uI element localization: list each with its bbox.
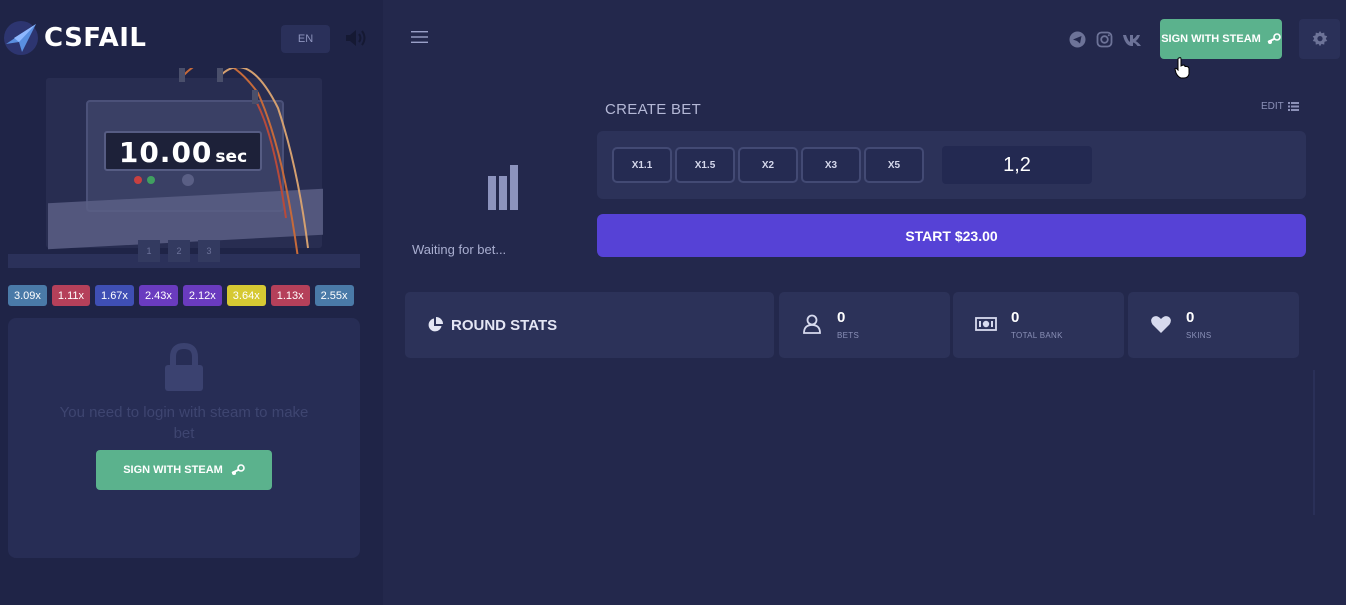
settings-button[interactable] (1299, 19, 1340, 59)
user-icon (803, 314, 821, 334)
history-chip: 1.67x (95, 285, 134, 306)
multiplier-button[interactable]: X5 (864, 147, 924, 183)
round-stats-header: ROUND STATS (405, 292, 774, 358)
stat-skins-value: 0 (1186, 309, 1195, 326)
round-stats-title: ROUND STATS (451, 316, 558, 334)
create-bet-title: CREATE BET (605, 101, 702, 118)
history-chip: 1.11x (51, 285, 91, 306)
stat-bets-value: 0 (837, 309, 846, 326)
start-button[interactable]: START $23.00 (597, 214, 1306, 257)
history-chip: 2.12x (182, 285, 222, 306)
stat-bets: 0 BETS (779, 292, 950, 358)
crash-history: 3.09x 1.11x 1.67x 2.43x 2.12x 3.64x 1.13x 2.55x (8, 285, 360, 306)
list-icon (1287, 102, 1299, 111)
countdown-unit: sec (215, 147, 248, 167)
hand-cursor-icon (1174, 57, 1190, 79)
instagram-icon[interactable] (1096, 31, 1113, 48)
waiting-status: Waiting for bet... (412, 242, 507, 257)
pie-chart-icon (428, 317, 443, 332)
history-chip: 3.64x (226, 285, 266, 306)
countdown-value: 10.00 (118, 136, 213, 169)
multiplier-button[interactable]: X2 (738, 147, 798, 183)
gear-icon (1312, 31, 1327, 47)
history-chip: 1.13x (270, 285, 310, 306)
header-sign-with-steam-label: SIGN WITH STEAM (1161, 33, 1261, 45)
stat-bank-label: TOTAL BANK (1011, 331, 1063, 340)
history-chip: 3.09x (8, 285, 47, 306)
header-sign-with-steam-button[interactable]: SIGN WITH STEAM (1160, 19, 1282, 59)
steam-icon (1267, 33, 1281, 44)
logo-icon (4, 21, 38, 55)
multiplier-button[interactable]: X1.5 (675, 147, 735, 183)
bomb-keypad: 1 2 3 (138, 240, 220, 262)
money-icon (975, 317, 997, 331)
hamburger-menu-icon[interactable] (411, 30, 428, 44)
heart-icon (1151, 316, 1171, 333)
bomb-key: 3 (198, 240, 220, 262)
left-panel: CSFAIL EN 10.00 sec 1 2 3 3.09x 1.11x 1.… (0, 0, 383, 605)
countdown-display: 10.00 sec (104, 131, 262, 171)
stat-skins-label: SKINS (1186, 331, 1212, 340)
login-box: You need to login with steam to make bet… (8, 318, 360, 558)
logo-text-cs: CS (44, 23, 84, 53)
sign-with-steam-button[interactable]: SIGN WITH STEAM (96, 450, 272, 490)
bomb-timer-scene: 10.00 sec 1 2 3 (8, 68, 360, 268)
logo[interactable]: CSFAIL (2, 18, 146, 58)
multiplier-input[interactable]: 1,2 (942, 146, 1092, 184)
bet-panel: X1.1 X1.5 X2 X3 X5 1,2 (597, 131, 1306, 199)
language-select[interactable]: EN (281, 25, 330, 53)
sign-with-steam-label: SIGN WITH STEAM (123, 464, 223, 476)
history-chip: 2.43x (138, 285, 178, 306)
history-chip: 2.55x (314, 285, 354, 306)
scrollbar[interactable] (1313, 370, 1315, 515)
edit-label: EDIT (1261, 101, 1284, 112)
loading-bars-icon (488, 165, 518, 210)
steam-icon (231, 464, 245, 475)
bomb-key: 1 (138, 240, 160, 262)
sound-icon[interactable] (344, 29, 366, 47)
stat-total-bank: 0 TOTAL BANK (953, 292, 1124, 358)
multiplier-button[interactable]: X3 (801, 147, 861, 183)
edit-button[interactable]: EDIT (1261, 101, 1299, 112)
multiplier-button[interactable]: X1.1 (612, 147, 672, 183)
logo-text-fail: FAIL (83, 23, 147, 53)
bomb-key: 2 (168, 240, 190, 262)
telegram-icon[interactable] (1069, 31, 1086, 48)
lock-icon (165, 343, 203, 391)
stat-bank-value: 0 (1011, 309, 1020, 326)
login-message: You need to login with steam to make bet (59, 404, 309, 442)
stat-skins: 0 SKINS (1128, 292, 1299, 358)
stat-bets-label: BETS (837, 331, 860, 340)
vk-icon[interactable] (1122, 31, 1142, 48)
